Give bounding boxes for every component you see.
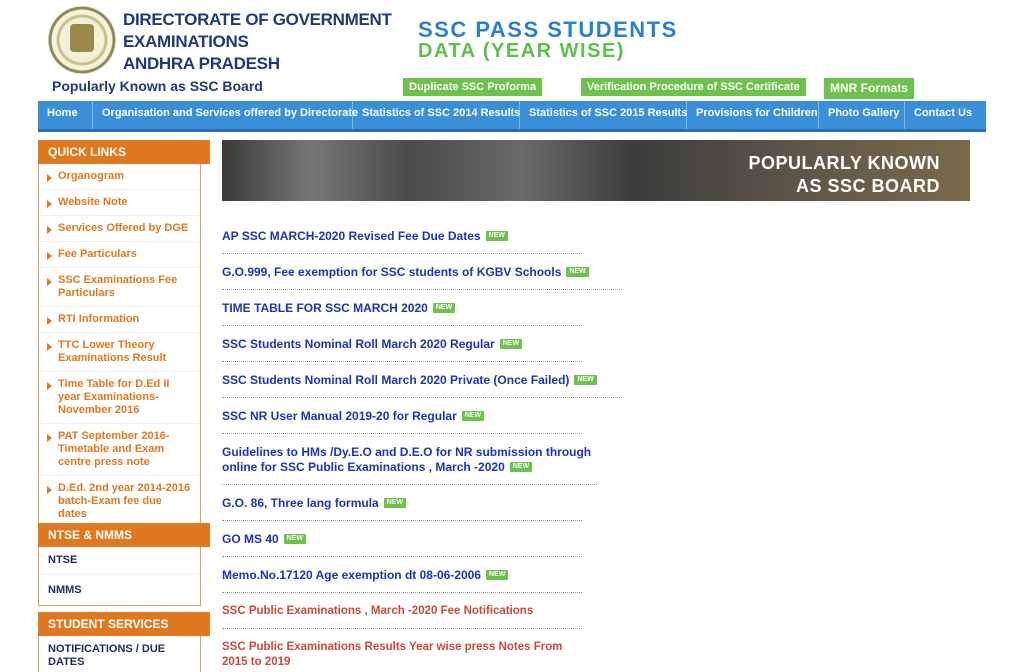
quick-links-header: QUICK LINKS (38, 140, 210, 164)
notice-item[interactable]: SSC Public Examinations Results Year wis… (222, 629, 567, 672)
new-badge-icon: NEW (432, 303, 456, 313)
popularly-known-label: Popularly Known as SSC Board (52, 78, 263, 94)
nav-contact-us[interactable]: Contact Us (905, 101, 981, 129)
org-line-1: DIRECTORATE OF GOVERNMENT (123, 10, 392, 29)
nav-home[interactable]: Home (38, 101, 93, 129)
quick-link-services-dge[interactable]: Services Offered by DGE (39, 216, 200, 242)
new-badge-icon: NEW (283, 534, 307, 544)
new-badge-icon: NEW (499, 339, 523, 349)
notice-item[interactable]: SSC Students Nominal Roll March 2020 Reg… (222, 326, 582, 362)
quick-links-list: Organogram Website Note Services Offered… (38, 164, 201, 528)
nav-organisation[interactable]: Organisation and Services offered by Dir… (93, 101, 358, 129)
nav-provisions-children[interactable]: Provisions for Children (687, 101, 819, 129)
new-badge-icon: NEW (566, 267, 589, 277)
banner-image: POPULARLY KNOWN AS SSC BOARD (222, 140, 970, 201)
page-title[interactable]: SSC PASS STUDENTS (418, 19, 678, 41)
banner-text: POPULARLY KNOWN AS SSC BOARD (748, 152, 940, 198)
quick-link-pat-timetable[interactable]: PAT September 2016-Timetable and Exam ce… (39, 424, 200, 476)
nav-photo-gallery[interactable]: Photo Gallery (819, 101, 905, 129)
new-badge-icon: NEW (509, 462, 533, 472)
org-line-2: EXAMINATIONS (123, 32, 249, 51)
banner-line-1: POPULARLY KNOWN (748, 153, 940, 173)
notice-item[interactable]: GO MS 40 NEW (222, 521, 582, 557)
new-badge-icon: NEW (485, 570, 509, 580)
student-services-header: STUDENT SERVICES (38, 612, 210, 636)
notice-item[interactable]: AP SSC MARCH-2020 Revised Fee Due Dates N… (222, 218, 582, 254)
verification-procedure-button[interactable]: Verification Procedure of SSC Certificat… (581, 78, 806, 96)
new-badge-icon: NEW (485, 231, 508, 241)
quick-link-ssc-exam-fee[interactable]: SSC Examinations Fee Particulars (39, 268, 200, 307)
main-nav: Home Organisation and Services offered b… (38, 101, 986, 132)
new-badge-icon: NEW (574, 375, 597, 385)
notice-item[interactable]: SSC Students Nominal Roll March 2020 Pri… (222, 362, 622, 398)
quick-link-website-note[interactable]: Website Note (39, 190, 200, 216)
nav-stats-2014[interactable]: Statistics of SSC 2014 Results (353, 101, 520, 129)
notice-item[interactable]: SSC NR User Manual 2019-20 for Regular NE… (222, 398, 582, 434)
banner-line-2: AS SSC BOARD (795, 176, 940, 196)
notifications-due-dates-link[interactable]: NOTIFICATIONS / DUE DATES (39, 636, 200, 672)
duplicate-ssc-proforma-button[interactable]: Duplicate SSC Proforma (403, 78, 543, 96)
quick-link-ded-fee-dates[interactable]: D.Ed. 2nd year 2014-2016 batch-Exam fee … (39, 476, 200, 527)
notice-item[interactable]: G.O.999, Fee exemption for SSC students … (222, 254, 622, 290)
ap-emblem-logo (48, 6, 116, 74)
quick-link-rti[interactable]: RTI Information (39, 307, 200, 333)
quick-link-ded-timetable[interactable]: Time Table for D.Ed II year Examinations… (39, 372, 200, 424)
notice-item[interactable]: Guidelines to HMs /Dy.E.O and D.E.O for … (222, 434, 597, 485)
notice-item[interactable]: G.O. 86, Three lang formula NEW (222, 485, 582, 521)
ntse-list: NTSE NMMS (38, 547, 201, 606)
ntse-header: NTSE & NMMS (38, 523, 210, 547)
notice-item[interactable]: TIME TABLE FOR SSC MARCH 2020 NEW (222, 290, 582, 326)
notice-list: AP SSC MARCH-2020 Revised Fee Due Dates N… (222, 218, 622, 672)
org-line-3: ANDHRA PRADESH (123, 54, 280, 73)
nav-stats-2015[interactable]: Statistics of SSC 2015 Results (520, 101, 687, 129)
quick-link-fee-particulars[interactable]: Fee Particulars (39, 242, 200, 268)
notice-item[interactable]: Memo.No.17120 Age exemption dt 08-06-200… (222, 557, 582, 593)
ntse-link[interactable]: NTSE (39, 547, 200, 575)
quick-link-ttc-result[interactable]: TTC Lower Theory Examinations Result (39, 333, 200, 372)
mnr-formats-button[interactable]: MNR Formats (824, 78, 915, 99)
student-services-list: NOTIFICATIONS / DUE DATES (38, 636, 201, 672)
quick-link-organogram[interactable]: Organogram (39, 164, 200, 190)
page-subtitle[interactable]: DATA (YEAR WISE) (418, 40, 625, 63)
org-name: DIRECTORATE OF GOVERNMENT EXAMINATIONS A… (123, 9, 392, 75)
new-badge-icon: NEW (383, 498, 407, 508)
notice-item[interactable]: SSC Public Examinations , March -2020 Fe… (222, 593, 582, 629)
nmms-link[interactable]: NMMS (39, 575, 200, 605)
new-badge-icon: NEW (461, 411, 485, 421)
